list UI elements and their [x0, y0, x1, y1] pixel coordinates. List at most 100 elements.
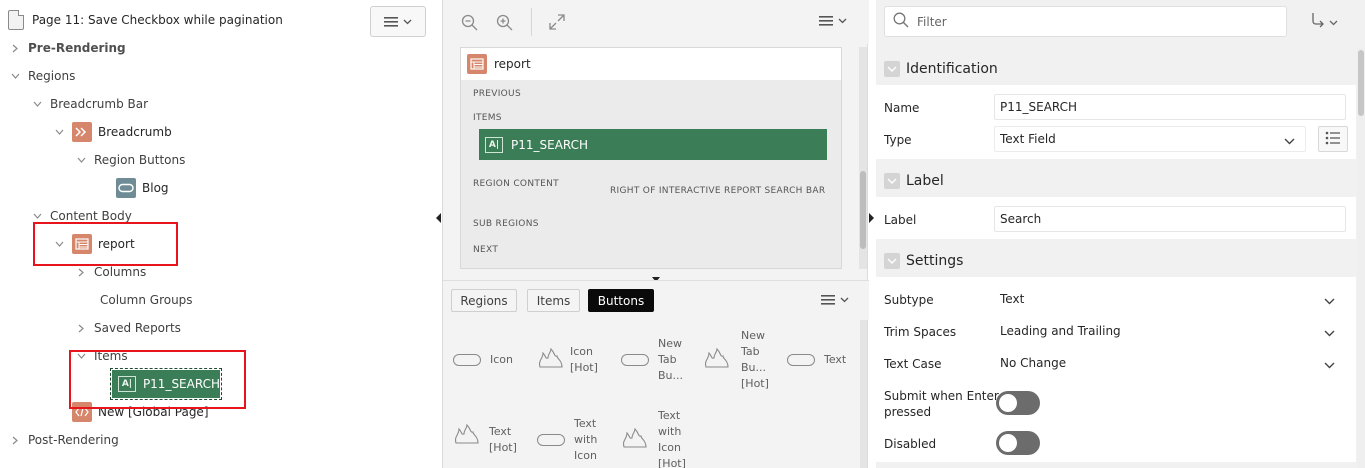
gallery-button-icon[interactable]: Icon: [453, 352, 513, 368]
chevron-right-icon[interactable]: [8, 433, 22, 447]
layout-region-report[interactable]: report PREVIOUS ITEMS A| P11_SEARCH REGI…: [460, 47, 842, 269]
slot-right-of-search-bar[interactable]: RIGHT OF INTERACTIVE REPORT SEARCH BAR: [610, 186, 825, 196]
button-pill-icon: [453, 354, 481, 366]
gallery-button-new-tab[interactable]: New Tab Bu...: [621, 336, 683, 384]
collapse-icon[interactable]: [884, 173, 900, 189]
tree-node-column-groups[interactable]: Column Groups: [94, 289, 193, 311]
property-editor-pane: Filter Identification Name P11_SEARCH Ty…: [876, 0, 1365, 468]
tree-node-saved-reports[interactable]: Saved Reports: [74, 317, 181, 339]
section-label-header[interactable]: Label: [876, 165, 1356, 197]
label-field[interactable]: Search: [994, 206, 1346, 232]
page-node[interactable]: Page 11: Save Checkbox while pagination: [8, 8, 283, 32]
tree-node-label: Column Groups: [100, 293, 193, 307]
section-identification-header[interactable]: Identification: [876, 53, 1356, 85]
gallery-button-icon-hot[interactable]: Icon [Hot]: [537, 344, 598, 376]
section-settings-header[interactable]: Settings: [876, 245, 1356, 277]
name-field[interactable]: P11_SEARCH: [994, 94, 1346, 120]
gallery-label: Text with Icon: [574, 417, 598, 462]
tab-buttons[interactable]: Buttons: [588, 289, 654, 312]
chevron-right-icon[interactable]: [74, 321, 88, 335]
chevron-down-icon[interactable]: [8, 69, 22, 83]
property-label-disabled: Disabled: [884, 437, 937, 451]
collapse-icon[interactable]: [884, 253, 900, 269]
slot-region-content[interactable]: REGION CONTENT: [473, 179, 559, 189]
layout-item-p11-search[interactable]: A| P11_SEARCH: [479, 129, 827, 160]
property-label-text-case: Text Case: [884, 357, 942, 371]
slot-next[interactable]: NEXT: [473, 245, 498, 255]
property-label-trim-spaces: Trim Spaces: [884, 325, 957, 339]
property-label-label: Label: [884, 213, 917, 227]
breadcrumb-region-icon: [72, 122, 92, 142]
zoom-out-icon[interactable]: [459, 12, 479, 32]
flame-icon: [703, 347, 731, 373]
layout-pane: report PREVIOUS ITEMS A| P11_SEARCH REGI…: [442, 0, 869, 468]
text-case-select[interactable]: No Change: [994, 350, 1346, 376]
trim-spaces-select[interactable]: Leading and Trailing: [994, 318, 1346, 344]
chevron-down-icon[interactable]: [30, 97, 44, 111]
splitter-right-handle[interactable]: [869, 212, 875, 226]
zoom-in-icon[interactable]: [494, 12, 514, 32]
tree-node-pre-rendering[interactable]: Pre-Rendering: [8, 37, 126, 59]
filter-input[interactable]: Filter: [884, 6, 1287, 37]
section-settings-body: Subtype Text Trim Spaces Leading and Tra…: [876, 277, 1356, 462]
chevron-right-icon[interactable]: [8, 41, 22, 55]
tree-node-regions[interactable]: Regions: [8, 65, 75, 87]
slot-sub-regions[interactable]: SUB REGIONS: [473, 219, 539, 229]
collapse-icon[interactable]: [884, 61, 900, 77]
section-identification-body: Name P11_SEARCH Type Text Field: [876, 85, 1356, 159]
tree-node-region-buttons[interactable]: Region Buttons: [74, 149, 185, 171]
tree-node-breadcrumb[interactable]: Breadcrumb: [52, 121, 172, 143]
layout-scrollbar[interactable]: [859, 47, 867, 269]
property-editor-scrollbar-thumb[interactable]: [1358, 50, 1364, 116]
type-list-button[interactable]: [1318, 126, 1348, 152]
gallery-menu-button[interactable]: [821, 294, 849, 306]
tree-node-breadcrumb-bar[interactable]: Breadcrumb Bar: [30, 93, 148, 115]
chevron-right-icon[interactable]: [74, 265, 88, 279]
type-select[interactable]: Text Field: [994, 126, 1306, 152]
gallery-button-new-tab-hot[interactable]: New Tab Bu... [Hot]: [703, 328, 769, 392]
layout-scrollbar-thumb[interactable]: [860, 171, 866, 249]
tree-node-label: Breadcrumb: [98, 125, 172, 139]
chevron-down-icon[interactable]: [74, 153, 88, 167]
gallery-button-text-with-icon-hot[interactable]: Text with Icon [Hot]: [621, 408, 686, 468]
flame-icon: [537, 347, 565, 373]
gallery-button-text-hot[interactable]: Text [Hot]: [453, 423, 517, 456]
tree-menu-button[interactable]: [370, 6, 426, 37]
expand-icon[interactable]: [547, 12, 567, 32]
tab-regions[interactable]: Regions: [451, 289, 517, 312]
tree-node-label: Region Buttons: [94, 153, 186, 167]
tree-node-post-rendering[interactable]: Post-Rendering: [8, 429, 119, 451]
slot-previous[interactable]: PREVIOUS: [473, 89, 521, 99]
go-to-group-button[interactable]: [1310, 12, 1338, 31]
tab-items[interactable]: Items: [527, 289, 580, 312]
gallery-button-text[interactable]: Text: [787, 352, 846, 368]
property-editor-scrollbar[interactable]: [1357, 48, 1365, 468]
property-label-type: Type: [884, 133, 912, 147]
gallery-label: Icon [Hot]: [570, 345, 598, 374]
chevron-down-icon: [1324, 326, 1335, 340]
search-icon: [893, 12, 909, 31]
layout-menu-button[interactable]: [819, 15, 847, 27]
property-label-name: Name: [884, 101, 920, 115]
subtype-select[interactable]: Text: [994, 286, 1346, 312]
layout-item-label: P11_SEARCH: [511, 137, 589, 152]
flame-icon: [453, 423, 481, 449]
filter-placeholder: Filter: [917, 14, 947, 29]
chevron-down-icon: [1329, 15, 1338, 29]
chevron-down-icon[interactable]: [30, 209, 44, 223]
section-title: Label: [906, 173, 944, 189]
page-icon: [8, 10, 24, 30]
button-pill-icon: [537, 434, 565, 446]
section-title: Settings: [906, 253, 964, 269]
tree-node-blog-button[interactable]: Blog: [116, 177, 169, 199]
layout-region-header[interactable]: report: [461, 48, 841, 80]
gallery-button-text-with-icon[interactable]: Text with Icon: [537, 416, 597, 464]
chevron-down-icon[interactable]: [52, 125, 66, 139]
disabled-toggle[interactable]: [996, 431, 1040, 455]
gallery-scrollbar[interactable]: [860, 320, 867, 468]
chevron-down-icon: [1324, 294, 1335, 308]
submit-when-enter-toggle[interactable]: [996, 391, 1040, 415]
slot-items[interactable]: ITEMS: [473, 113, 502, 123]
tree-node-label: Post-Rendering: [28, 433, 119, 447]
list-icon: [1325, 131, 1341, 148]
